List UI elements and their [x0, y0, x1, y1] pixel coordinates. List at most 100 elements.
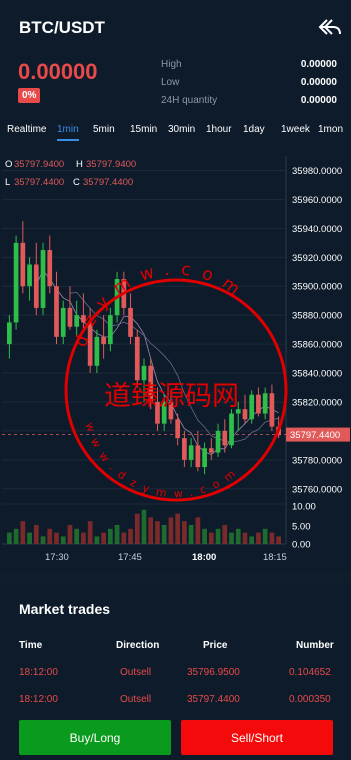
candle-body: [13, 242, 19, 323]
volume-tick-label: 0.00: [292, 540, 311, 551]
candle-body: [141, 365, 147, 381]
time-tick-label: 18:15: [263, 552, 287, 563]
legend-c-label: C: [73, 177, 80, 188]
candle-body: [20, 242, 26, 287]
volume-bar: [262, 528, 268, 544]
time-tick-label: 17:30: [45, 552, 69, 563]
candle-body: [222, 430, 228, 446]
candlesticks: [7, 221, 281, 475]
volume-axis: 10.00 5.00 0.00: [292, 502, 316, 551]
ohlc-legend: O 35797.9400 H 35797.9400 L 35797.4400 C…: [5, 159, 136, 188]
price-tick-label: 35820.0000: [292, 397, 342, 408]
volume-bar: [121, 532, 127, 544]
share-icon[interactable]: [318, 16, 342, 38]
volume-bar: [128, 528, 133, 544]
legend-l-value: 35797.4400: [14, 177, 64, 188]
volume-bar: [215, 528, 221, 544]
candle-body: [134, 336, 140, 381]
action-bar: Buy/Long Sell/Short: [0, 716, 351, 760]
candle-body: [242, 409, 248, 420]
volume-bar: [161, 525, 167, 544]
trade-price: 35796.9500: [187, 667, 240, 678]
section-divider: [0, 574, 351, 583]
volume-bar: [67, 525, 73, 544]
price-tick-label: 35780.0000: [292, 455, 342, 466]
tab-5min[interactable]: 5min: [93, 124, 115, 135]
tab-30min[interactable]: 30min: [168, 124, 195, 135]
tab-1mon[interactable]: 1mon: [318, 124, 343, 135]
candle-body: [7, 322, 12, 345]
stat-label: High: [161, 58, 182, 70]
candle-body: [128, 307, 133, 337]
volume-bar: [87, 521, 93, 544]
volume-bar: [222, 525, 228, 544]
volume-bar: [47, 528, 53, 544]
trade-price: 35797.4400: [187, 694, 240, 705]
sell-short-button[interactable]: Sell/Short: [181, 720, 333, 755]
time-tick-label: 18:00: [192, 552, 216, 563]
candle-body: [202, 448, 207, 468]
price-axis: 35980.0000 35960.0000 35940.0000 35920.0000…: [290, 166, 342, 495]
header: BTC/USDT: [0, 0, 351, 48]
volume-bar: [195, 517, 201, 544]
volume-bar: [235, 528, 241, 544]
candle-body: [215, 430, 221, 453]
volume-bar: [134, 513, 140, 544]
tab-1week[interactable]: 1week: [281, 124, 310, 135]
kline-chart[interactable]: 35980.0000 35960.0000 35940.0000 35920.0000…: [0, 148, 351, 568]
volume-bar: [148, 517, 154, 544]
candle-body: [67, 307, 73, 327]
tab-1min[interactable]: 1min: [57, 124, 79, 135]
interval-tabs: Realtime 1min 5min 15min 30min 1hour 1da…: [0, 120, 351, 141]
stat-low: Low 0.00000: [161, 73, 337, 91]
price-tick-label: 35880.0000: [292, 311, 342, 322]
legend-o-value: 35797.9400: [14, 159, 64, 170]
legend-l-label: L: [5, 177, 10, 188]
active-tab-indicator: [57, 139, 79, 141]
price-tick-label: 35900.0000: [292, 282, 342, 293]
stat-value: 0.00000: [300, 94, 337, 106]
tab-15min[interactable]: 15min: [130, 124, 157, 135]
candle-body: [54, 286, 59, 337]
volume-bar: [94, 536, 100, 544]
volume-bars: [7, 509, 281, 544]
stats-panel: High 0.00000 Low 0.00000 24H quantity 0.…: [161, 55, 337, 109]
price-tick-label: 35860.0000: [292, 340, 342, 351]
legend-h-label: H: [76, 159, 83, 170]
tab-1hour[interactable]: 1hour: [206, 124, 232, 135]
tab-realtime[interactable]: Realtime: [7, 124, 46, 135]
volume-bar: [168, 517, 174, 544]
volume-bar: [249, 536, 255, 544]
price-tick-label: 35980.0000: [292, 166, 342, 177]
price-tick-label: 35840.0000: [292, 369, 342, 380]
candle-body: [101, 336, 106, 345]
candle-body: [262, 393, 268, 414]
volume-bar: [269, 532, 275, 544]
candle-body: [195, 445, 201, 468]
header-price: Price: [203, 640, 228, 651]
volume-bar: [242, 532, 248, 544]
price-tick-label: 35760.0000: [292, 484, 342, 495]
tab-1day[interactable]: 1day: [243, 124, 265, 135]
price-tick-label: 35797.4400: [290, 430, 340, 441]
price-tick-label: 35960.0000: [292, 195, 342, 206]
candle-body: [33, 264, 39, 308]
volume-tick-label: 10.00: [292, 502, 316, 513]
time-tick-label: 17:45: [118, 552, 142, 563]
stat-high: High 0.00000: [161, 55, 337, 73]
change-badge: 0%: [18, 88, 41, 103]
header-time: Time: [19, 640, 43, 651]
buy-long-button[interactable]: Buy/Long: [19, 720, 171, 755]
stat-volume: 24H quantity 0.00000: [161, 91, 337, 109]
volume-bar: [60, 536, 66, 544]
volume-bar: [175, 513, 181, 544]
stat-label: 24H quantity: [161, 94, 218, 106]
candle-body: [107, 315, 113, 345]
header-direction: Direction: [116, 640, 160, 651]
legend-o-label: O: [5, 159, 12, 170]
volume-bar: [155, 521, 160, 544]
trade-direction: Outsell: [120, 694, 152, 705]
volume-bar: [256, 532, 261, 544]
candle-body: [40, 250, 46, 308]
volume-tick-label: 5.00: [292, 522, 311, 533]
